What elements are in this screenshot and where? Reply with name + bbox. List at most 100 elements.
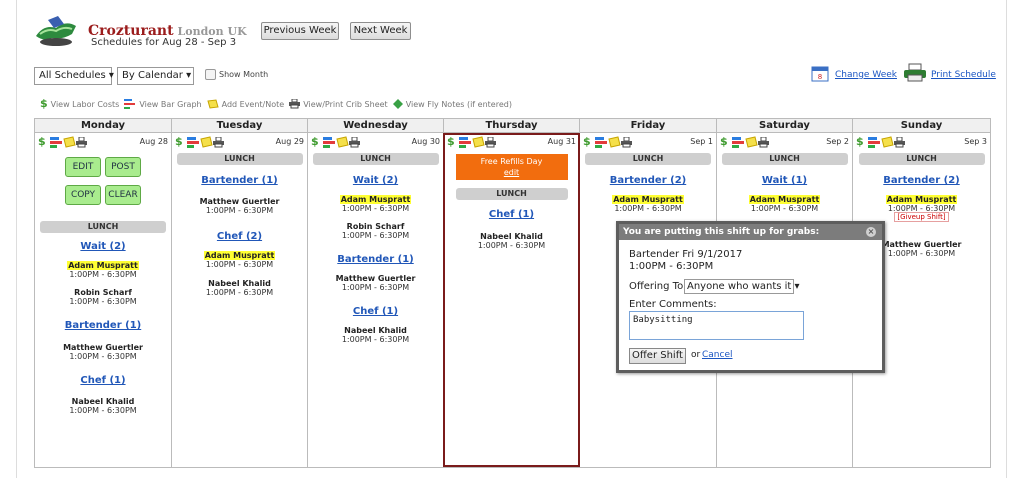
lunch-bar: LUNCH xyxy=(585,153,711,165)
employee-name[interactable]: Robin Scharf xyxy=(35,288,171,297)
dollar-icon[interactable]: $ xyxy=(720,136,728,147)
printer-icon[interactable] xyxy=(348,136,360,148)
role-link[interactable]: Wait (2) xyxy=(35,241,171,253)
note-icon[interactable] xyxy=(63,136,76,148)
day-date: Aug 29 xyxy=(275,137,304,146)
employee-name[interactable]: Nabeel Khalid xyxy=(35,397,171,406)
employee-name[interactable]: Robin Scharf xyxy=(308,222,443,231)
fly-notes-link[interactable]: View Fly Notes (if entered) xyxy=(392,99,512,109)
role-link[interactable]: Bartender (1) xyxy=(308,254,443,266)
shift-time: 1:00PM - 6:30PM xyxy=(205,206,274,215)
printer-icon[interactable] xyxy=(212,136,224,148)
or-text: or xyxy=(691,350,701,360)
employee-name[interactable]: Matthew Guertler xyxy=(308,274,443,283)
day-header: Tuesday xyxy=(172,119,307,133)
show-month-checkbox[interactable] xyxy=(205,69,216,80)
calendar-icon[interactable]: 8 xyxy=(811,64,829,82)
printer-icon[interactable] xyxy=(757,136,769,148)
view-select[interactable]: By Calendar ▾ xyxy=(117,67,194,85)
schedule-range: Schedules for Aug 28 - Sep 3 xyxy=(91,37,237,48)
clear-button[interactable]: CLEAR xyxy=(105,185,141,205)
role-link[interactable]: Bartender (2) xyxy=(853,175,990,187)
view-labor-costs-link[interactable]: $ View Labor Costs xyxy=(40,97,119,110)
employee-name[interactable]: Adam Muspratt xyxy=(35,261,171,270)
cancel-link[interactable]: Cancel xyxy=(702,350,733,360)
day-header: Monday xyxy=(35,119,171,133)
role-link[interactable]: Chef (1) xyxy=(35,375,171,387)
shift-time: 1:00PM - 6:30PM xyxy=(69,406,137,415)
day-toolbar: $ Sep 3 xyxy=(853,133,990,150)
offering-label: Offering To: xyxy=(629,281,687,292)
change-week-link[interactable]: Change Week xyxy=(835,70,897,80)
dialog-title: You are putting this shift up for grabs:… xyxy=(619,224,882,240)
print-schedule-link[interactable]: Print Schedule xyxy=(931,70,996,80)
day-header: Thursday xyxy=(444,119,579,133)
comments-textarea[interactable]: Babysitting xyxy=(629,311,804,340)
bar-graph-icon[interactable] xyxy=(49,136,63,148)
crib-sheet-link[interactable]: View/Print Crib Sheet xyxy=(289,99,388,109)
view-toolbar: $ View Labor Costs View Bar Graph Add Eve… xyxy=(40,98,517,110)
dollar-icon[interactable]: $ xyxy=(175,136,183,147)
dollar-icon[interactable]: $ xyxy=(856,136,864,147)
note-icon[interactable] xyxy=(336,136,349,148)
employee-name[interactable]: Adam Muspratt xyxy=(717,195,852,204)
offering-to-select[interactable]: Anyone who wants it ▾ xyxy=(684,279,800,294)
role-link[interactable]: Chef (1) xyxy=(308,306,443,318)
role-link[interactable]: Bartender (2) xyxy=(580,175,716,187)
bar-graph-icon[interactable] xyxy=(322,136,336,148)
printer-icon[interactable] xyxy=(75,136,87,148)
printer-icon[interactable] xyxy=(893,136,905,148)
role-link[interactable]: Wait (2) xyxy=(308,175,443,187)
shift-time: 1:00PM - 6:30PM xyxy=(69,270,137,279)
day-column-tuesday: Tuesday $ Aug 29 LUNCH Bartender (1) Mat… xyxy=(172,119,308,467)
dollar-icon[interactable]: $ xyxy=(38,136,46,147)
dollar-icon[interactable]: $ xyxy=(583,136,591,147)
note-icon[interactable] xyxy=(200,136,213,148)
note-icon[interactable] xyxy=(881,136,894,148)
note-icon[interactable] xyxy=(745,136,758,148)
role-link[interactable]: Bartender (1) xyxy=(35,320,171,332)
close-icon[interactable]: × xyxy=(866,227,876,237)
note-icon[interactable] xyxy=(608,136,621,148)
dollar-icon[interactable]: $ xyxy=(311,136,319,147)
selected-day-highlight xyxy=(443,133,580,467)
shift-time: 1:00PM - 6:30PM xyxy=(69,297,137,306)
role-link[interactable]: Chef (2) xyxy=(172,231,307,243)
role-link[interactable]: Bartender (1) xyxy=(172,175,307,187)
printer-icon[interactable] xyxy=(903,63,927,82)
bar-graph-icon[interactable] xyxy=(186,136,200,148)
view-bar-graph-link[interactable]: View Bar Graph xyxy=(124,99,202,109)
shift-time: 1:00PM - 6:30PM xyxy=(614,204,682,213)
bar-graph-icon[interactable] xyxy=(867,136,881,148)
employee-name[interactable]: Adam Muspratt xyxy=(172,251,307,260)
day-date: Aug 28 xyxy=(139,137,168,146)
role-link[interactable]: Wait (1) xyxy=(717,175,852,187)
employee-name[interactable]: Nabeel Khalid xyxy=(172,279,307,288)
add-event-note-link[interactable]: Add Event/Note xyxy=(206,99,284,109)
employee-name[interactable]: Adam Muspratt xyxy=(308,195,443,204)
giveup-shift-dialog: You are putting this shift up for grabs:… xyxy=(616,221,885,373)
next-week-button[interactable]: Next Week xyxy=(350,22,411,40)
page-border-right xyxy=(1006,0,1007,478)
bar-graph-icon[interactable] xyxy=(731,136,745,148)
bar-graph-icon[interactable] xyxy=(594,136,608,148)
fly-note-icon xyxy=(392,99,403,109)
shift-time: 1:00PM - 6:30PM xyxy=(341,283,410,292)
day-date: Sep 2 xyxy=(826,137,849,146)
employee-name[interactable]: Adam Muspratt xyxy=(853,195,990,204)
copy-button[interactable]: COPY xyxy=(65,185,101,205)
post-button[interactable]: POST xyxy=(105,157,141,177)
employee-name[interactable]: Adam Muspratt xyxy=(580,195,716,204)
shift-time: 1:00PM - 6:30PM xyxy=(750,204,819,213)
employee-name[interactable]: Matthew Guertler xyxy=(172,197,307,206)
edit-button[interactable]: EDIT xyxy=(65,157,101,177)
dollar-icon: $ xyxy=(40,97,48,110)
previous-week-button[interactable]: Previous Week xyxy=(261,22,339,40)
employee-name[interactable]: Matthew Guertler xyxy=(35,343,171,352)
day-date: Aug 30 xyxy=(411,137,440,146)
offer-shift-button[interactable]: Offer Shift xyxy=(629,348,686,364)
shift-summary-time: 1:00PM - 6:30PM xyxy=(629,261,714,272)
schedules-select[interactable]: All Schedules ▾ xyxy=(34,67,114,85)
employee-name[interactable]: Nabeel Khalid xyxy=(308,326,443,335)
printer-icon[interactable] xyxy=(620,136,632,148)
